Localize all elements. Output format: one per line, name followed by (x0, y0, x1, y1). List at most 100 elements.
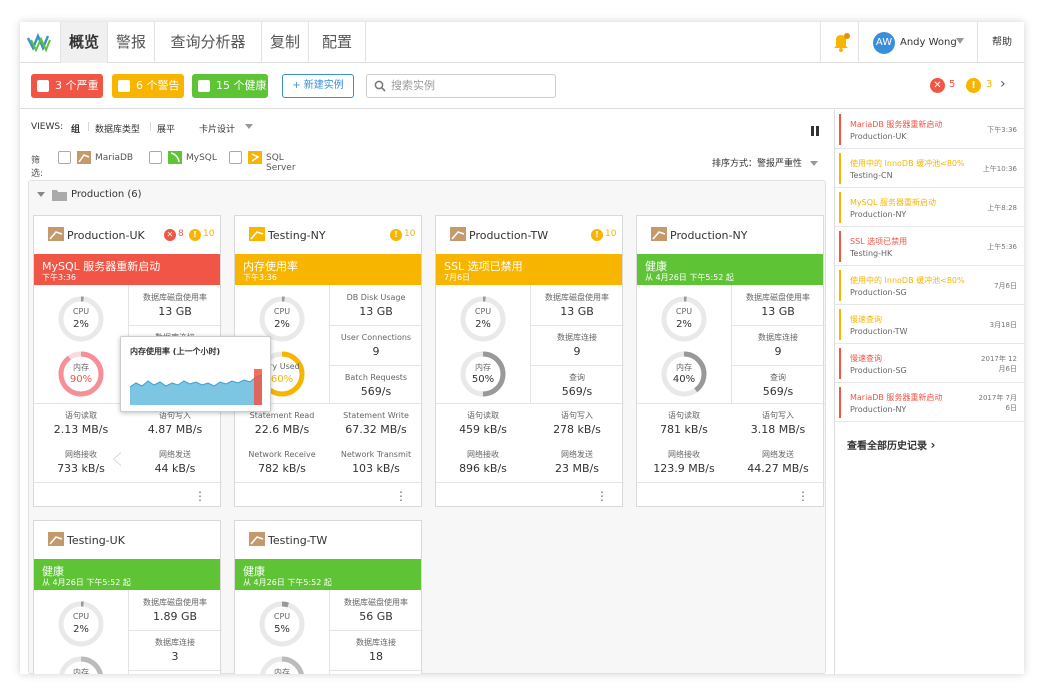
view-all-history-link[interactable]: 查看全部历史记录 › (847, 437, 935, 452)
chevron-down-icon[interactable] (956, 38, 964, 44)
status-banner[interactable]: 健康 从 4月26日 下午5:52 起 (235, 559, 421, 590)
more-options-icon[interactable]: ⋮ (797, 490, 809, 502)
search-placeholder: 搜索实例 (391, 79, 435, 92)
instance-card[interactable]: Production-NY 健康 从 4月26日 下午5:52 起 CPU 2%… (636, 215, 825, 507)
cpu-gauge[interactable]: CPU 5% (257, 599, 307, 649)
memory-label: 内存 (475, 363, 491, 372)
alert-item[interactable]: MariaDB 服务器重新启动 Production-UK 下午3:36 (835, 110, 1024, 149)
sort-select[interactable]: 排序方式：警报严重性 (712, 156, 818, 169)
warning-icon: ! (390, 229, 402, 241)
queries-metric: Batch Requests 569/s (329, 372, 423, 399)
alert-item[interactable]: MySQL 服务器重新启动 Production-NY 上午8:28 (835, 188, 1024, 227)
memory-value: 40% (672, 374, 696, 385)
memory-gauge[interactable]: 内存 (56, 654, 106, 674)
status-banner[interactable]: 内存使用率 下午3:36 (235, 254, 421, 285)
connections-metric: 数据库连接 9 (530, 332, 624, 359)
mysql-checkbox[interactable] (149, 151, 162, 164)
db-type-icon (249, 227, 265, 241)
new-instance-button[interactable]: + 新建实例 (282, 74, 354, 98)
divider: | (149, 122, 153, 132)
status-banner[interactable]: MySQL 服务器重新启动 下午3:36 (34, 254, 220, 285)
metric-value: 459 kB/s (459, 423, 507, 436)
metric-value: 67.32 MB/s (345, 423, 407, 436)
cpu-gauge[interactable]: CPU 2% (458, 294, 508, 344)
nav-divider (858, 22, 859, 63)
status-banner[interactable]: SSL 选项已禁用 7月6日 (436, 254, 622, 285)
severity-bar (839, 270, 841, 301)
alert-instance: Production-UK (850, 132, 907, 141)
sqlserver-checkbox[interactable] (229, 151, 242, 164)
more-options-icon[interactable]: ⋮ (194, 490, 206, 502)
network-transmit-metric: 网络发送 23 MB/s (530, 449, 624, 476)
bell-icon[interactable] (832, 32, 850, 52)
severity-bar (839, 309, 841, 340)
memory-gauge[interactable]: 内存 50% (458, 349, 508, 399)
cpu-gauge[interactable]: CPU 2% (56, 294, 106, 344)
queries-metric: 查询 569/s (530, 372, 624, 399)
alert-time: 2017年 12月6日 (981, 355, 1017, 373)
cpu-gauge[interactable]: CPU 2% (659, 294, 709, 344)
cpu-value: 2% (475, 319, 491, 330)
alert-instance: Testing-HK (850, 249, 893, 258)
card-header: Production-UK ✕ 8! 10 (34, 216, 220, 254)
view-option-db-type[interactable]: 数据库类型 (95, 122, 140, 135)
pause-icon[interactable] (810, 125, 820, 137)
user-name[interactable]: Andy Wong (900, 22, 957, 63)
instance-card[interactable]: Testing-UK 健康 从 4月26日 下午5:52 起 CPU 2% 数据… (33, 520, 222, 674)
metric-value: 123.9 MB/s (653, 462, 715, 475)
more-options-icon[interactable]: ⋮ (395, 490, 407, 502)
avatar[interactable]: AW (873, 32, 895, 54)
more-options-icon[interactable]: ⋮ (596, 490, 608, 502)
alert-item[interactable]: 使用中的 InnoDB 缓冲池<80% Production-SG 7月6日 (835, 266, 1024, 305)
tab-alerts[interactable]: 警报 (108, 22, 154, 63)
alert-item[interactable]: SSL 选项已禁用 Testing-HK 上午5:36 (835, 227, 1024, 266)
alert-item[interactable]: 慢速查询 Production-TW 3月18日 (835, 305, 1024, 344)
layout-select[interactable]: 卡片设计 (199, 122, 235, 135)
metric-label: 数据库磁盘使用率 (746, 293, 810, 302)
tab-replication[interactable]: 复制 (262, 22, 308, 63)
mariadb-checkbox[interactable] (58, 151, 71, 164)
alert-title: 慢速查询 (850, 354, 882, 363)
alert-item[interactable]: MariaDB 服务器重新启动 Production-NY 2017年 7月6日 (835, 383, 1024, 422)
statement-read-metric: 语句读取 459 kB/s (436, 410, 530, 437)
help-link[interactable]: 帮助 (992, 22, 1012, 63)
instance-card[interactable]: Testing-TW 健康 从 4月26日 下午5:52 起 CPU 5% 数据… (234, 520, 423, 674)
tab-overview[interactable]: 概览 (61, 22, 107, 63)
chevron-down-icon[interactable] (245, 124, 253, 129)
metric-label: 数据库连接 (557, 333, 597, 342)
metric-label: 数据库磁盘使用率 (344, 598, 408, 607)
instance-name: Testing-TW (268, 534, 328, 547)
tab-configuration[interactable]: 配置 (309, 22, 365, 63)
chevron-right-icon: › (930, 438, 936, 452)
alert-time: 2017年 7月6日 (978, 394, 1018, 412)
memory-gauge[interactable]: 内存 40% (659, 349, 709, 399)
memory-gauge[interactable]: 内存 (257, 654, 307, 674)
memory-gauge[interactable]: 内存 90% (56, 349, 106, 399)
db-type-icon (249, 532, 265, 546)
filter-healthy-button[interactable]: 15 个健康 (192, 74, 268, 98)
view-option-group[interactable]: 组 (71, 122, 80, 135)
filter-warning-button[interactable]: 6 个警告 (112, 74, 184, 98)
memory-sparkline (130, 369, 262, 405)
view-option-flat[interactable]: 展平 (157, 122, 175, 135)
critical-badge: 8 (178, 229, 184, 239)
status-time: 从 4月26日 下午5:52 起 (645, 273, 734, 282)
chevron-right-icon[interactable]: › (1000, 76, 1006, 92)
chevron-down-icon[interactable] (37, 192, 45, 197)
alert-item[interactable]: 慢速查询 Production-SG 2017年 12月6日 (835, 344, 1024, 383)
metric-label: 语句写入 (561, 411, 593, 420)
memory-label: 内存 (73, 668, 89, 674)
tab-query-analyzer[interactable]: 查询分析器 (155, 22, 261, 63)
cpu-gauge[interactable]: CPU 2% (56, 599, 106, 649)
metric-label: 数据库连接 (758, 333, 798, 342)
status-banner[interactable]: 健康 从 4月26日 下午5:52 起 (34, 559, 220, 590)
status-banner[interactable]: 健康 从 4月26日 下午5:52 起 (637, 254, 823, 285)
instance-name: Production-UK (67, 229, 145, 242)
search-input[interactable]: 搜索实例 (366, 74, 556, 98)
alert-item[interactable]: 使用中的 InnoDB 缓冲池<80% Testing-CN 上午10:36 (835, 149, 1024, 188)
filter-label: 15 个健康 (216, 79, 267, 92)
instance-card[interactable]: Production-TW! 10 SSL 选项已禁用 7月6日 CPU 2% 数… (435, 215, 624, 507)
cpu-value: 2% (274, 319, 290, 330)
alert-title: SSL 选项已禁用 (850, 237, 908, 246)
filter-critical-button[interactable]: 3 个严重 (31, 74, 103, 98)
